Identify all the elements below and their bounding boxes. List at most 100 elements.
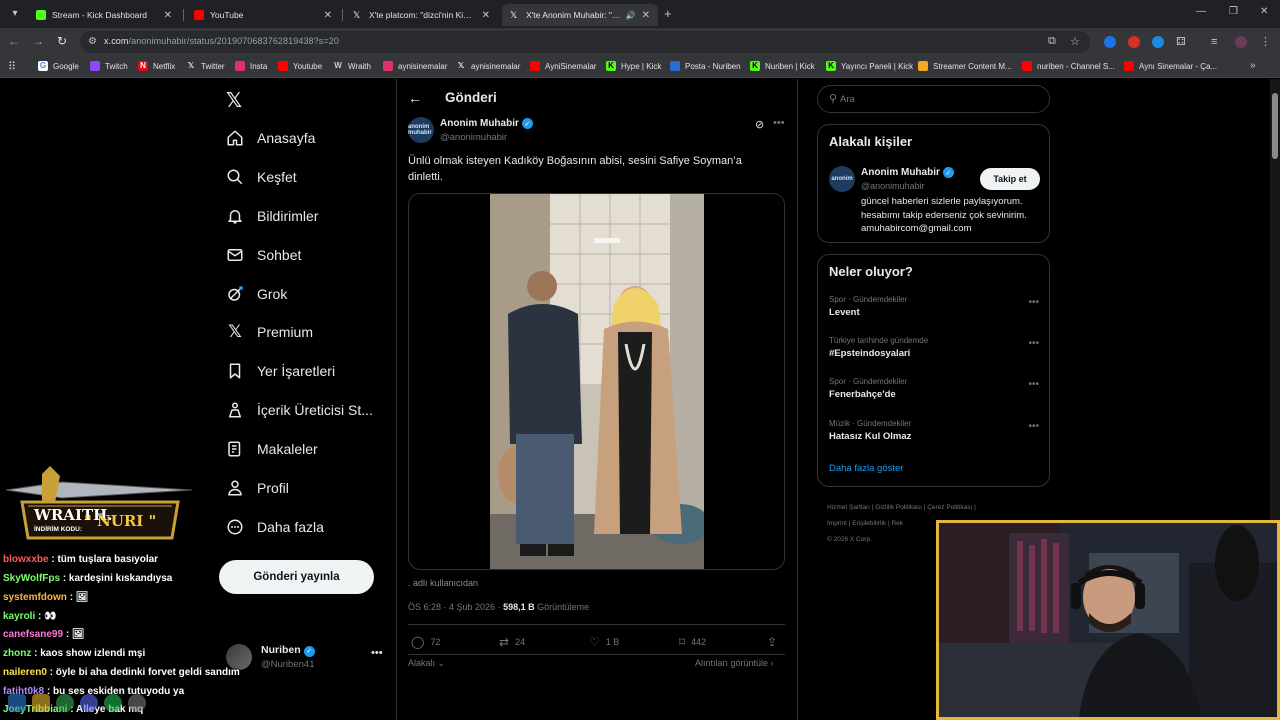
bookmark-youtube[interactable]: Youtube — [278, 61, 322, 71]
nav-articles[interactable]: Makaleler — [226, 437, 318, 461]
trend-item[interactable]: Türkiye tarihinde gündemde #Epsteindosya… — [829, 336, 1039, 359]
video-source[interactable]: . adlı kullanıcıdan — [408, 578, 478, 588]
back-arrow-icon[interactable]: ← — [408, 90, 422, 106]
nav-creator-studio[interactable]: İçerik Üreticisi St... — [226, 398, 373, 422]
bookmark-yayinci-paneli[interactable]: K Yayıncı Paneli | Kick — [826, 61, 913, 71]
trend-item[interactable]: Spor · Gündemdekiler Fenerbahçe'de ••• — [829, 377, 1039, 400]
url-text[interactable]: x.com/anonimuhabir/status/20190706837628… — [104, 36, 339, 46]
nav-more[interactable]: Daha fazla — [226, 515, 324, 539]
browser-tab[interactable]: YouTube ✕ — [186, 4, 340, 26]
profile-avatar[interactable] — [1235, 36, 1247, 48]
x-logo-icon[interactable]: 𝕏 — [226, 88, 242, 113]
spotify-icon[interactable] — [104, 694, 122, 712]
chrome-icon[interactable] — [56, 694, 74, 712]
apps-grid-icon[interactable]: ⠿ — [8, 60, 16, 73]
bookmark-twitch[interactable]: Twitch — [90, 61, 128, 71]
bookmark-star-icon[interactable]: ☆ — [1070, 35, 1080, 48]
more-dots-icon[interactable]: ••• — [1028, 421, 1039, 432]
repost-button[interactable]: ⇄ 24 — [499, 635, 525, 649]
obs-icon[interactable] — [128, 694, 146, 712]
install-icon[interactable]: ⧉ — [1048, 35, 1056, 48]
reload-icon[interactable]: ↻ — [54, 34, 70, 48]
avatar[interactable]: anonim muhabir — [408, 117, 434, 143]
bookmark-nuriben-kick[interactable]: K Nuriben | Kick — [750, 61, 815, 71]
bookmark-netflix[interactable]: N Netflix — [138, 61, 175, 71]
search-input[interactable]: ⚲ Ara — [817, 85, 1050, 113]
close-tab-icon[interactable]: ✕ — [324, 10, 332, 21]
maximize-icon[interactable]: ❐ — [1229, 6, 1238, 17]
bookmark-button[interactable]: ⌑ 442 — [679, 635, 706, 649]
bookmark-posta[interactable]: Posta - Nuriben — [670, 61, 741, 71]
trend-item[interactable]: Müzik · Gündemdekiler Hatasız Kul Olmaz … — [829, 419, 1039, 442]
new-tab-button[interactable]: + — [664, 6, 672, 21]
follow-button[interactable]: Takip et — [980, 168, 1040, 190]
discord-icon[interactable] — [80, 694, 98, 712]
browser-tab[interactable]: Stream - Kick Dashboard ✕ — [28, 4, 180, 26]
person-handle[interactable]: @anonimuhabir — [861, 181, 925, 191]
browser-tab-active[interactable]: 𝕏 X'te Anonim Muhabir: "Ünlü 🔊 ✕ — [502, 4, 658, 26]
nav-profile[interactable]: Profil — [226, 476, 289, 500]
nav-notifications[interactable]: Bildirimler — [226, 204, 318, 228]
trend-item[interactable]: Spor · Gündemdekiler Levent ••• — [829, 295, 1039, 318]
audio-playing-icon[interactable]: 🔊 — [626, 11, 636, 20]
bookmark-twitter[interactable]: 𝕏 Twitter — [186, 61, 225, 71]
close-tab-icon[interactable]: ✕ — [164, 10, 172, 21]
bookmark-aynisinemalar-yt[interactable]: AyniSinemalar — [530, 61, 596, 71]
more-dots-icon[interactable]: ••• — [371, 647, 383, 659]
more-dots-icon[interactable]: ••• — [1028, 297, 1039, 308]
windows-start-icon[interactable] — [8, 694, 26, 712]
extension-icon[interactable] — [1104, 36, 1116, 48]
more-dots-icon[interactable]: ••• — [1028, 379, 1039, 390]
nav-explore[interactable]: Keşfet — [226, 165, 297, 189]
folder-icon[interactable] — [32, 694, 50, 712]
shield-extension-icon[interactable] — [1152, 36, 1164, 48]
footer-link[interactable]: Gizlilik Politikası — [875, 504, 922, 511]
close-tab-icon[interactable]: ✕ — [482, 10, 490, 21]
bookmark-aynisinemalar-x[interactable]: 𝕏aynisinemalar — [456, 61, 521, 71]
more-bookmarks-icon[interactable]: » — [1250, 60, 1256, 71]
scrollbar-thumb[interactable] — [1272, 93, 1278, 159]
close-window-icon[interactable]: ✕ — [1260, 6, 1268, 17]
person-name[interactable]: Anonim Muhabir ✓ — [861, 167, 954, 178]
avatar[interactable]: anonim — [829, 166, 855, 192]
bookmark-streamer-content[interactable]: Streamer Content M... — [918, 61, 1012, 71]
tab-search-icon[interactable]: ▾ — [6, 5, 24, 23]
grok-explain-icon[interactable]: ⊘ — [755, 118, 764, 131]
bookmark-wraith[interactable]: W Wraith — [333, 61, 371, 71]
reply-sort-dropdown[interactable]: Alakalı ⌄ — [408, 658, 445, 669]
address-bar[interactable]: ⚙ x.com/anonimuhabir/status/201907068376… — [80, 31, 1090, 53]
post-video[interactable] — [408, 193, 785, 570]
reply-button[interactable]: ◯ 72 — [411, 635, 440, 649]
back-icon[interactable]: ← — [6, 34, 22, 48]
show-more-link[interactable]: Daha fazla göster — [829, 463, 903, 474]
more-dots-icon[interactable]: ••• — [1028, 338, 1039, 349]
more-dots-icon[interactable]: ••• — [773, 117, 785, 129]
extension-icon[interactable] — [1128, 36, 1140, 48]
bookmark-hype-kick[interactable]: K Hype | Kick — [606, 61, 661, 71]
nav-messages[interactable]: Sohbet — [226, 243, 301, 267]
post-author-handle[interactable]: @anonimuhabir — [440, 132, 507, 143]
footer-link[interactable]: Hizmet Şartları — [827, 504, 870, 511]
nav-bookmarks[interactable]: Yer İşaretleri — [226, 359, 335, 383]
post-author-name[interactable]: Anonim Muhabir ✓ — [440, 118, 533, 129]
share-button[interactable]: ⇪ — [767, 635, 783, 649]
footer-link[interactable]: Imprint — [827, 520, 847, 527]
puzzle-icon[interactable]: ⚃ — [1176, 36, 1188, 48]
nav-grok[interactable]: Grok — [226, 282, 287, 306]
bookmark-channel-studio[interactable]: nuriben - Channel S... — [1022, 61, 1115, 71]
bookmark-ayni-sinemalar[interactable]: Aynı Sinemalar - Ça... — [1124, 61, 1217, 71]
browser-menu-icon[interactable]: ⋮ — [1260, 36, 1272, 48]
reading-list-icon[interactable]: ≡ — [1211, 36, 1223, 48]
bookmark-google[interactable]: G Google — [38, 61, 79, 71]
footer-link[interactable]: Rek — [891, 520, 903, 527]
forward-icon[interactable]: → — [30, 34, 46, 48]
nav-home[interactable]: Anasayfa — [226, 126, 315, 150]
browser-tab[interactable]: 𝕏 X'te platcom: "dizci'nin Kick ca ✕ — [345, 4, 498, 26]
close-tab-icon[interactable]: ✕ — [642, 10, 650, 21]
nav-premium[interactable]: 𝕏 Premium — [226, 320, 313, 344]
footer-link[interactable]: Çerez Politikası — [927, 504, 972, 511]
bookmark-insta[interactable]: Insta — [235, 61, 267, 71]
like-button[interactable]: ♡ 1 B — [589, 635, 619, 649]
site-info-icon[interactable]: ⚙ — [88, 36, 97, 47]
footer-link[interactable]: Erişilebilirlik — [852, 520, 886, 527]
